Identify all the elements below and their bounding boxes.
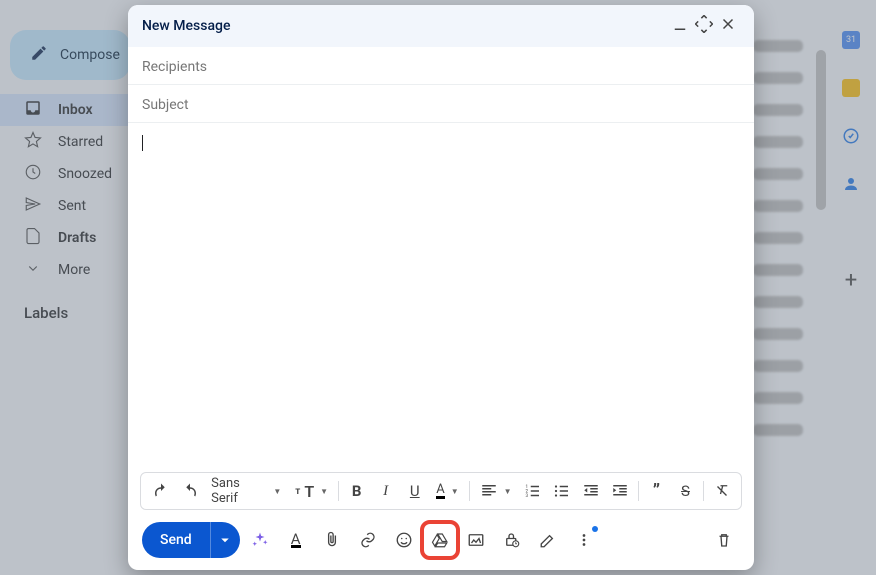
minimize-icon[interactable] (668, 15, 692, 37)
undo-icon[interactable] (147, 477, 174, 505)
body-editor[interactable] (128, 123, 754, 472)
indent-less-icon (582, 482, 600, 500)
nav-label: Inbox (58, 102, 93, 118)
nav-label: Starred (58, 134, 103, 150)
dialog-title: New Message (142, 18, 668, 34)
subject-input[interactable] (142, 97, 740, 113)
file-icon (24, 227, 42, 249)
align-button[interactable]: ▼ (474, 477, 518, 505)
font-family-select[interactable]: Sans Serif ▼ (205, 477, 287, 505)
insert-photo-button[interactable] (460, 524, 492, 556)
toggle-format-button[interactable]: A (280, 524, 312, 556)
caret-icon: ▼ (273, 487, 281, 496)
text-cursor (142, 135, 143, 151)
compose-button-bg[interactable]: Compose (10, 30, 130, 80)
send-label: Send (142, 532, 210, 548)
signature-button[interactable] (532, 524, 564, 556)
recipients-input[interactable] (142, 59, 740, 75)
quote-icon: ” (653, 481, 660, 502)
underline-button[interactable]: U (401, 477, 428, 505)
emoji-icon (395, 531, 413, 549)
indent-less-button[interactable] (578, 477, 605, 505)
more-vert-icon (575, 531, 593, 549)
caret-icon: ▼ (451, 487, 459, 496)
drive-button[interactable] (424, 524, 456, 556)
fontsize-icon: т (295, 486, 300, 497)
nav-label: Snoozed (58, 166, 112, 182)
subject-row (128, 85, 754, 123)
underline-icon: U (410, 482, 420, 500)
attach-button[interactable] (316, 524, 348, 556)
pen-icon (539, 531, 557, 549)
font-size-select[interactable]: тT▼ (289, 477, 334, 505)
pencil-icon (30, 44, 48, 66)
clear-format-icon (713, 482, 731, 500)
bulleted-list-button[interactable] (549, 477, 576, 505)
compose-label: Compose (60, 47, 120, 63)
scrollbar[interactable] (816, 50, 826, 210)
font-family-label: Sans Serif (211, 476, 267, 506)
strike-icon: S (681, 482, 690, 500)
link-icon (359, 531, 377, 549)
sparkle-icon (251, 531, 269, 549)
indent-more-icon (611, 482, 629, 500)
discard-button[interactable] (708, 524, 740, 556)
numbered-list-icon: 123 (524, 482, 542, 500)
close-icon[interactable] (716, 15, 740, 37)
more-options-button[interactable] (568, 524, 600, 556)
nav-label: Drafts (58, 230, 96, 246)
add-icon[interactable]: + (841, 270, 861, 290)
format-toolbar: Sans Serif▼ тT▼ B I U A▼ ▼ 123 ” S (140, 472, 742, 510)
align-icon (480, 482, 498, 500)
clear-formatting-button[interactable] (708, 477, 735, 505)
dialog-header: New Message (128, 5, 754, 47)
redo-icon[interactable] (176, 477, 203, 505)
compose-dialog: New Message Sans Serif▼ тT▼ B I U A▼ ▼ 1… (128, 5, 754, 570)
caret-down-icon (216, 531, 234, 549)
trash-icon (715, 531, 733, 549)
paperclip-icon (323, 531, 341, 549)
sent-icon (24, 195, 42, 217)
numbered-list-button[interactable]: 123 (520, 477, 547, 505)
indent-more-button[interactable] (607, 477, 634, 505)
drive-icon (431, 531, 449, 549)
clock-icon (24, 163, 42, 185)
send-options-button[interactable] (210, 522, 240, 558)
nav-label: More (58, 262, 90, 278)
format-a-icon: A (291, 533, 301, 548)
side-panel: 31 + (826, 30, 876, 290)
badge-dot (592, 526, 598, 532)
quote-button[interactable]: ” (643, 477, 670, 505)
chevron-down-icon (24, 259, 42, 281)
textcolor-icon: A (436, 484, 444, 499)
calendar-icon[interactable]: 31 (841, 30, 861, 50)
svg-text:3: 3 (526, 493, 529, 499)
confidential-button[interactable] (496, 524, 528, 556)
caret-icon: ▼ (504, 487, 512, 496)
action-bar: Send A (128, 518, 754, 570)
italic-button[interactable]: I (372, 477, 399, 505)
nav-label: Sent (58, 198, 86, 214)
fullscreen-exit-icon[interactable] (692, 15, 716, 37)
strikethrough-button[interactable]: S (672, 477, 699, 505)
bulleted-list-icon (553, 482, 571, 500)
italic-icon: I (383, 483, 388, 500)
bold-icon: B (352, 482, 362, 500)
link-button[interactable] (352, 524, 384, 556)
text-color-button[interactable]: A▼ (430, 477, 464, 505)
bold-button[interactable]: B (343, 477, 370, 505)
recipients-row (128, 47, 754, 85)
lock-clock-icon (503, 531, 521, 549)
emoji-button[interactable] (388, 524, 420, 556)
contacts-icon[interactable] (841, 174, 861, 194)
keep-icon[interactable] (841, 78, 861, 98)
photo-icon (467, 531, 485, 549)
star-icon (24, 131, 42, 153)
ai-assist-button[interactable] (244, 524, 276, 556)
tasks-icon[interactable] (841, 126, 861, 146)
inbox-icon (24, 99, 42, 121)
caret-icon: ▼ (320, 487, 328, 496)
send-button[interactable]: Send (142, 522, 240, 558)
